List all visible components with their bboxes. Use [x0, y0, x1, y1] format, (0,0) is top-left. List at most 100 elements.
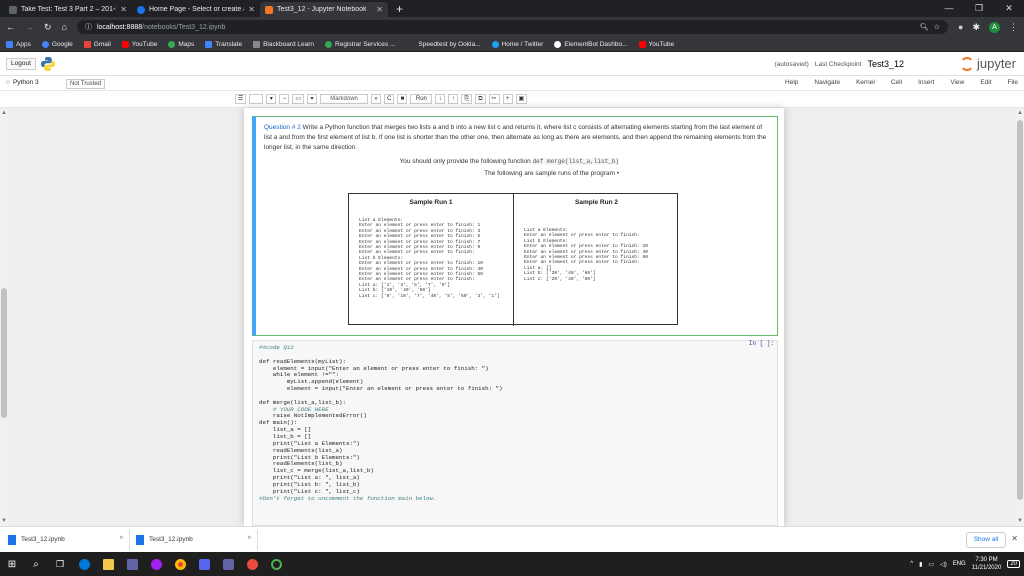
bookmark-youtube[interactable]: YouTube [121, 40, 157, 48]
bookmark-twitter[interactable]: Home / Twitter [491, 40, 543, 48]
cut-icon[interactable]: ✂ [488, 94, 500, 104]
notebook-scrollbar[interactable]: ▲ ▼ [1016, 108, 1024, 526]
scrollbar-thumb[interactable] [1017, 120, 1023, 500]
bookmark-registrar[interactable]: Registrar Services ... [325, 40, 395, 48]
move-up-icon[interactable]: ↑ [448, 94, 459, 104]
search-icon[interactable]: ⌕ [24, 552, 48, 576]
menu-edit[interactable]: Edit [980, 79, 991, 86]
scroll-up-icon[interactable]: ▲ [1017, 110, 1023, 116]
close-icon[interactable]: ✕ [1011, 534, 1018, 543]
extension-icon[interactable]: ● [958, 22, 963, 32]
command-palette-icon[interactable]: ☰ [235, 94, 247, 104]
chevron-up-icon[interactable]: ^ [120, 536, 123, 543]
bookmark-youtube-2[interactable]: YouTube [638, 40, 674, 48]
keyboard-icon[interactable]: ▭ [292, 94, 305, 104]
menu-cell[interactable]: Cell [891, 79, 902, 86]
show-all-button[interactable]: Show all [966, 532, 1006, 548]
add-cell-icon[interactable]: + [502, 94, 513, 104]
bookmark-translate[interactable]: Translate [205, 40, 242, 48]
chevron-down-icon[interactable]: ▾ [266, 94, 277, 104]
run-button[interactable]: Run [410, 94, 433, 104]
bookmark-elementbot[interactable]: ElementBot Dashbo... [554, 40, 628, 48]
chrome-icon[interactable] [168, 552, 192, 576]
browser-tab[interactable]: Home Page - Select or create a ✕ [132, 2, 260, 17]
teams-icon[interactable] [216, 552, 240, 576]
task-view-icon[interactable]: ❒ [48, 552, 72, 576]
paste-icon[interactable]: ⎘ [461, 94, 473, 104]
chevron-down-icon[interactable]: ▾ [307, 94, 318, 104]
menu-navigate[interactable]: Navigate [814, 79, 840, 86]
bookmark-gmail[interactable]: Gmail [83, 40, 111, 48]
notebook-name[interactable]: Test3_12 [867, 59, 904, 69]
bookmark-blackboard[interactable]: Blackboard Learn [253, 40, 314, 48]
close-window-icon[interactable]: ✕ [994, 0, 1024, 17]
zoom-icon[interactable]: 🔍︎ [920, 23, 929, 31]
clock[interactable]: 7:30 PM 11/21/2020 [972, 556, 1002, 572]
media-icon[interactable] [144, 552, 168, 576]
page-scrollbar[interactable]: ▲ ▼ [0, 108, 8, 526]
trust-button[interactable]: Not Trusted [66, 79, 106, 89]
menu-insert[interactable]: Insert [918, 79, 934, 86]
bookmark-google[interactable]: Google [41, 40, 73, 48]
maximize-icon[interactable]: ❐ [964, 0, 994, 17]
network-icon[interactable]: ▭ [928, 561, 934, 568]
celltoolbar-select[interactable] [249, 94, 264, 104]
minus-icon[interactable]: − [279, 94, 290, 104]
jupyter-logo[interactable]: jupyter [959, 56, 1016, 71]
avatar[interactable]: A [989, 21, 1000, 33]
reload-icon[interactable]: ↻ [44, 22, 52, 33]
file-explorer-icon[interactable] [96, 552, 120, 576]
close-icon[interactable]: ✕ [248, 5, 255, 14]
star-icon[interactable]: ☆ [934, 23, 940, 31]
store-icon[interactable] [120, 552, 144, 576]
back-icon[interactable]: ← [6, 22, 15, 32]
volume-icon[interactable]: ◁) [940, 561, 947, 568]
scroll-up-icon[interactable]: ▲ [1, 110, 7, 116]
close-icon[interactable]: ✕ [120, 5, 127, 14]
bookmark-speedtest[interactable]: Speedtest by Ookla... [418, 41, 480, 48]
discord-icon[interactable] [192, 552, 216, 576]
download-item[interactable]: Test3_12.ipynb ^ [8, 529, 130, 550]
app-icon[interactable] [264, 552, 288, 576]
fast-forward-icon[interactable]: » [371, 94, 382, 104]
logout-button[interactable]: Logout [6, 58, 36, 70]
minimize-icon[interactable]: — [934, 0, 964, 17]
office-icon[interactable] [240, 552, 264, 576]
puzzle-icon[interactable]: ✱ [972, 22, 980, 33]
language-indicator[interactable]: ENG [953, 561, 966, 567]
code-editor[interactable]: ##code Q12 def readElements(myList): ele… [259, 344, 771, 502]
menu-help[interactable]: Help [785, 79, 798, 86]
copy-icon[interactable]: ⧉ [475, 94, 486, 104]
restart-icon[interactable]: C [384, 94, 395, 104]
notebook-scroll-area[interactable]: ▲ ▼ Question # 2 Write a Python function… [0, 108, 1024, 526]
menu-file[interactable]: File [1008, 79, 1018, 86]
chevron-up-icon[interactable]: ^ [248, 536, 251, 543]
cell-type-select[interactable]: Markdown [320, 94, 369, 104]
menu-view[interactable]: View [950, 79, 964, 86]
save-icon[interactable]: ▣ [515, 94, 528, 104]
new-tab-button[interactable]: + [388, 2, 411, 17]
scroll-down-icon[interactable]: ▼ [1017, 518, 1023, 524]
menu-icon[interactable]: ⋮ [1009, 22, 1018, 33]
edge-icon[interactable] [72, 552, 96, 576]
code-cell[interactable]: ##code Q12 def readElements(myList): ele… [252, 340, 778, 526]
bookmark-apps[interactable]: Apps [6, 40, 31, 48]
close-icon[interactable]: ✕ [376, 5, 383, 14]
address-bar[interactable]: ⓘ localhost:8888/notebooks/Test3_12.ipyn… [76, 20, 949, 34]
markdown-cell[interactable]: Question # 2 Write a Python function tha… [252, 116, 778, 336]
menu-kernel[interactable]: Kernel [856, 79, 875, 86]
move-down-icon[interactable]: ↓ [435, 94, 446, 104]
battery-icon[interactable]: ▮ [919, 561, 922, 568]
home-icon[interactable]: ⌂ [62, 22, 67, 32]
scrollbar-thumb[interactable] [1, 288, 7, 418]
windows-start-icon[interactable]: ⊞ [0, 559, 24, 570]
info-icon[interactable]: ⓘ [85, 22, 92, 32]
browser-tab[interactable]: Take Test: Test 3 Part 2 – 201-ICT- ✕ [4, 2, 132, 17]
chevron-up-icon[interactable]: ^ [910, 561, 913, 567]
browser-tab-active[interactable]: Test3_12 - Jupyter Notebook ✕ [260, 2, 388, 17]
stop-icon[interactable]: ■ [397, 94, 408, 104]
forward-icon[interactable]: → [25, 22, 34, 32]
download-item[interactable]: Test3_12.ipynb ^ [136, 529, 258, 550]
bookmark-maps[interactable]: Maps [168, 40, 194, 48]
scroll-down-icon[interactable]: ▼ [1, 518, 7, 524]
